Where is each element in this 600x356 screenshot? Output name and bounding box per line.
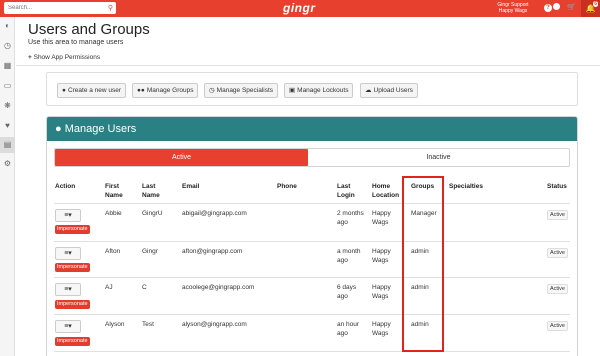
row-divider bbox=[54, 277, 570, 278]
gingr-logo[interactable]: gingr bbox=[283, 1, 316, 15]
row-actions-dropdown[interactable]: ≡▾ bbox=[55, 209, 81, 222]
row-divider bbox=[54, 241, 570, 242]
last-name: Gingr bbox=[142, 248, 158, 255]
last-name: GingrU bbox=[142, 210, 163, 217]
home-location: Happy Wags bbox=[372, 284, 391, 300]
col-phone[interactable]: Phone bbox=[277, 182, 297, 191]
impersonate-button[interactable]: Impersonate bbox=[55, 225, 90, 234]
book-icon[interactable]: ▤ bbox=[0, 137, 15, 153]
impersonate-button[interactable]: Impersonate bbox=[55, 300, 90, 309]
row-actions-dropdown[interactable]: ≡▾ bbox=[55, 320, 81, 333]
dashboard-icon[interactable]: ◐ bbox=[0, 21, 15, 30]
row-actions-dropdown[interactable]: ≡▾ bbox=[55, 247, 81, 260]
plus-icon: + bbox=[28, 54, 32, 61]
first-name: Abbie bbox=[105, 210, 122, 217]
help-icon[interactable]: ? bbox=[544, 3, 552, 13]
first-name: AJ bbox=[105, 284, 113, 291]
home-location: Happy Wags bbox=[372, 210, 391, 226]
email: acoolege@gingrapp.com bbox=[182, 284, 255, 291]
last-login: a month ago bbox=[337, 248, 361, 264]
manage-users-header: ● Manage Users bbox=[47, 117, 577, 141]
manage-groups-button[interactable]: ●● Manage Groups bbox=[132, 83, 199, 98]
status-badge: Active bbox=[547, 248, 568, 258]
page-title: Users and Groups bbox=[28, 21, 150, 38]
col-status[interactable]: Status bbox=[547, 182, 567, 191]
users-icon: ●● bbox=[137, 87, 145, 94]
user-icon: ● bbox=[62, 87, 66, 94]
col-specialties[interactable]: Specialties bbox=[449, 182, 483, 191]
last-login: 2 months ago bbox=[337, 210, 364, 226]
account-location: Happy Wags bbox=[498, 8, 528, 14]
user-icon: ● bbox=[55, 123, 62, 135]
last-name: Test bbox=[142, 321, 154, 328]
status-badge: Active bbox=[547, 321, 568, 331]
top-navbar: ⚲ gingr Gingr Support Happy Wags ? 🛒 🔔 6 bbox=[0, 0, 600, 17]
col-last-name[interactable]: Last Name bbox=[142, 182, 172, 200]
search-box[interactable]: ⚲ bbox=[4, 2, 116, 14]
settings-icon[interactable] bbox=[553, 3, 560, 14]
account-menu[interactable]: Gingr Support Happy Wags bbox=[486, 2, 540, 14]
impersonate-button[interactable]: Impersonate bbox=[55, 337, 90, 346]
status-toggle: Active Inactive bbox=[54, 148, 570, 167]
search-input[interactable] bbox=[4, 2, 102, 14]
col-first-name[interactable]: First Name bbox=[105, 182, 135, 200]
last-login: an hour ago bbox=[337, 321, 360, 337]
manage-lockouts-button[interactable]: ▣ Manage Lockouts bbox=[284, 83, 354, 98]
page-subtitle: Use this area to manage users bbox=[28, 39, 124, 46]
email: afton@gingrapp.com bbox=[182, 248, 243, 255]
row-divider bbox=[54, 351, 570, 352]
first-name: Alyson bbox=[105, 321, 125, 328]
heart-icon[interactable]: ♥ bbox=[0, 121, 15, 130]
row-divider bbox=[54, 314, 570, 315]
email: alyson@gingrapp.com bbox=[182, 321, 247, 328]
notification-badge: 6 bbox=[593, 1, 598, 7]
cloud-upload-icon: ☁ bbox=[365, 87, 372, 94]
lock-icon: ▣ bbox=[289, 87, 296, 94]
cart-icon[interactable]: 🛒 bbox=[567, 3, 576, 13]
manage-specialists-button[interactable]: ◷ Manage Specialists bbox=[204, 83, 279, 98]
header-divider bbox=[16, 65, 600, 66]
sidebar: ◐ ◷ ▦ ▭ ❋ ♥ ▤ ⚙ bbox=[0, 17, 15, 356]
email: abigail@gingrapp.com bbox=[182, 210, 247, 217]
clock-icon[interactable]: ◷ bbox=[0, 41, 15, 50]
notifications-button[interactable]: 🔔 6 bbox=[581, 0, 600, 17]
first-name: Afton bbox=[105, 248, 121, 255]
tab-inactive[interactable]: Inactive bbox=[308, 149, 569, 166]
card-icon[interactable]: ▭ bbox=[0, 81, 15, 90]
paw-icon[interactable]: ❋ bbox=[0, 101, 15, 110]
col-home-location[interactable]: Home Location bbox=[372, 182, 402, 200]
groups-column-highlight bbox=[402, 176, 444, 352]
calendar-icon[interactable]: ▦ bbox=[0, 61, 15, 70]
clock-icon: ◷ bbox=[209, 87, 215, 94]
create-user-button[interactable]: ● Create a new user bbox=[57, 83, 127, 98]
last-login: 6 days ago bbox=[337, 284, 357, 300]
row-actions-dropdown[interactable]: ≡▾ bbox=[55, 283, 81, 296]
tab-active[interactable]: Active bbox=[55, 149, 308, 166]
last-name: C bbox=[142, 284, 147, 291]
status-badge: Active bbox=[547, 284, 568, 294]
impersonate-button[interactable]: Impersonate bbox=[55, 263, 90, 272]
home-location: Happy Wags bbox=[372, 321, 391, 337]
home-location: Happy Wags bbox=[372, 248, 391, 264]
search-icon[interactable]: ⚲ bbox=[108, 4, 113, 12]
manage-users-panel: ● Manage Users Active Inactive Action Fi… bbox=[46, 116, 578, 356]
col-email[interactable]: Email bbox=[182, 182, 199, 191]
show-permissions-link[interactable]: + Show App Permissions bbox=[28, 54, 100, 61]
header-divider bbox=[54, 203, 570, 204]
col-action: Action bbox=[55, 183, 76, 190]
gears-icon[interactable]: ⚙ bbox=[0, 159, 15, 168]
col-last-login[interactable]: Last Login bbox=[337, 182, 367, 200]
upload-users-button[interactable]: ☁ Upload Users bbox=[360, 83, 418, 98]
status-badge: Active bbox=[547, 210, 568, 220]
